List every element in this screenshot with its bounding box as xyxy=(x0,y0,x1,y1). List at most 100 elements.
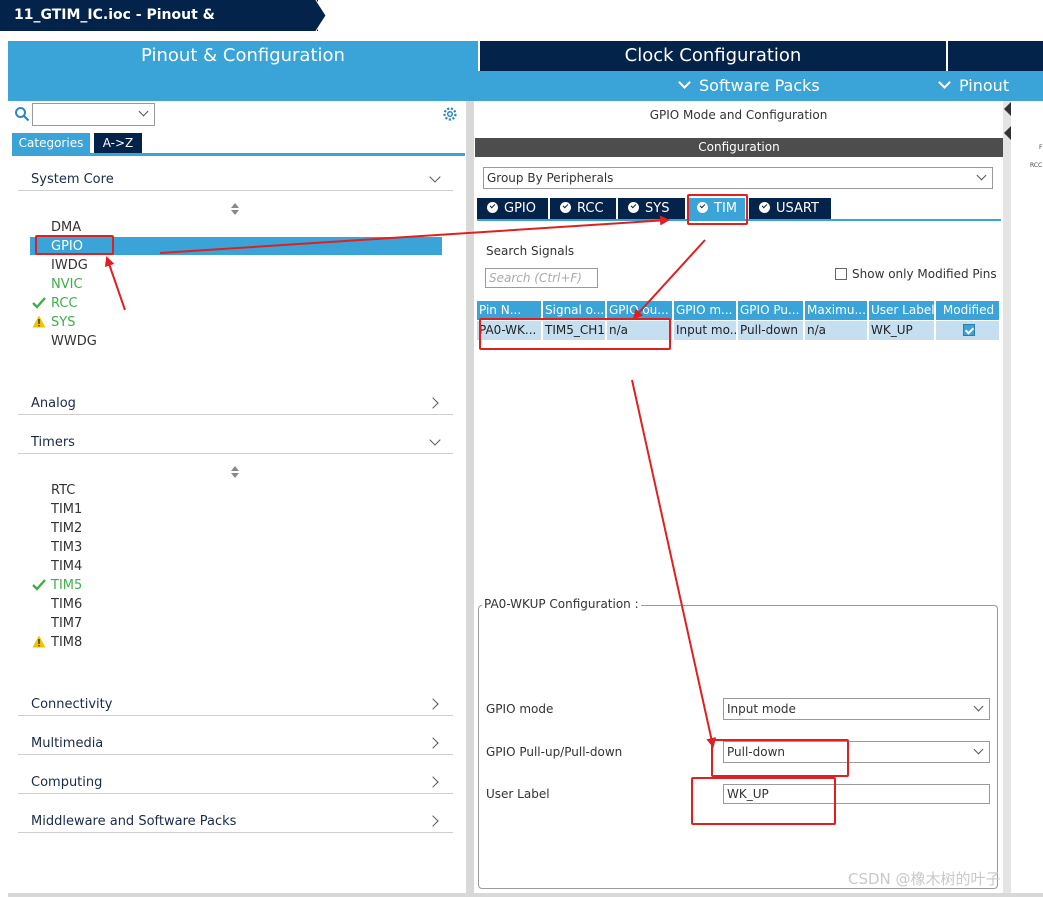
watermark: CSDN @橡木树的叶子 xyxy=(848,870,1001,888)
check-icon xyxy=(32,579,46,591)
tab-sys[interactable]: SYS xyxy=(618,198,685,219)
header-label: Signal o... xyxy=(545,303,605,317)
column-header-gpio-pull[interactable]: GPIO Pu... xyxy=(738,301,804,320)
tab-categories[interactable]: Categories xyxy=(12,133,90,153)
check-circle-icon xyxy=(759,202,770,213)
system-core-item-sys[interactable]: SYS xyxy=(51,313,75,332)
pinout-menu[interactable]: Pinout xyxy=(938,71,1009,101)
sort-icon[interactable] xyxy=(230,466,240,478)
tab-label: USART xyxy=(776,201,819,216)
section-analog[interactable]: Analog xyxy=(18,391,453,415)
annotation-box xyxy=(35,235,114,255)
tab-a-z[interactable]: A->Z xyxy=(94,133,142,153)
header-label: GPIO Pu... xyxy=(740,303,800,317)
chevron-down-icon xyxy=(938,76,951,89)
chevron-right-icon xyxy=(427,737,439,749)
annotation-box xyxy=(711,739,849,777)
section-label: Analog xyxy=(31,396,76,411)
header-label: GPIO ou... xyxy=(609,303,669,317)
search-icon[interactable] xyxy=(14,106,30,122)
panel-divider[interactable] xyxy=(466,101,474,896)
chevron-down-icon xyxy=(429,171,441,183)
table-cell[interactable]: Pull-down xyxy=(738,321,804,340)
panel-header: GPIO Mode and Configuration xyxy=(649,108,828,122)
tab-clock-configuration[interactable]: Clock Configuration xyxy=(480,41,946,71)
warning-icon xyxy=(32,635,46,648)
chevron-right-icon xyxy=(427,776,439,788)
gear-icon[interactable] xyxy=(441,105,459,123)
timer-item-tim2[interactable]: TIM2 xyxy=(51,519,82,538)
section-computing[interactable]: Computing xyxy=(18,770,453,794)
pin-configuration-title: PA0-WKUP Configuration : xyxy=(482,597,641,611)
timer-item-tim6[interactable]: TIM6 xyxy=(51,595,82,614)
timer-item-tim7[interactable]: TIM7 xyxy=(51,614,82,633)
system-core-item-iwdg[interactable]: IWDG xyxy=(51,256,88,275)
panel-divider[interactable] xyxy=(1003,101,1011,896)
software-packs-menu[interactable]: Software Packs xyxy=(678,71,820,101)
tab-label: RCC xyxy=(577,201,604,216)
show-modified-label: Show only Modified Pins xyxy=(852,267,997,281)
section-middleware[interactable]: Middleware and Software Packs xyxy=(18,809,453,833)
section-connectivity[interactable]: Connectivity xyxy=(18,692,453,716)
table-cell[interactable]: n/a xyxy=(805,321,868,340)
header-label: Maximu... xyxy=(807,303,866,317)
tab-label: GPIO xyxy=(504,201,536,216)
section-label: Timers xyxy=(31,435,75,450)
section-label: Middleware and Software Packs xyxy=(31,814,237,829)
check-circle-icon xyxy=(487,202,498,213)
timer-item-tim8[interactable]: TIM8 xyxy=(51,633,82,652)
warning-icon xyxy=(32,315,46,328)
section-multimedia[interactable]: Multimedia xyxy=(18,731,453,755)
header-label: GPIO m... xyxy=(676,303,733,317)
user-label-label: User Label xyxy=(486,787,550,801)
gpio-mode-select[interactable]: Input mode xyxy=(723,698,990,720)
gpio-mode-value: Input mode xyxy=(727,702,796,716)
edge-text: F xyxy=(1039,144,1043,151)
tab-extra[interactable] xyxy=(948,41,1043,71)
annotation-box xyxy=(687,194,748,225)
header-label: User Label xyxy=(871,303,935,317)
tab-gpio[interactable]: GPIO xyxy=(477,198,548,219)
column-header-maximum[interactable]: Maximu... xyxy=(805,301,868,320)
chevron-down-icon xyxy=(678,76,691,89)
bottom-border xyxy=(8,893,1043,897)
search-combo[interactable] xyxy=(32,103,155,126)
column-header-gpio-mode[interactable]: GPIO m... xyxy=(674,301,737,320)
timer-item-tim1[interactable]: TIM1 xyxy=(51,500,82,519)
group-by-value: Group By Peripherals xyxy=(487,171,614,185)
timer-item-rtc[interactable]: RTC xyxy=(51,481,75,500)
modified-checkbox[interactable] xyxy=(962,324,975,336)
tab-label: SYS xyxy=(645,201,670,216)
chevron-down-icon xyxy=(976,170,987,181)
check-icon xyxy=(32,297,46,309)
chevron-right-icon xyxy=(427,698,439,710)
show-modified-checkbox[interactable] xyxy=(835,268,847,280)
system-core-item-wwdg[interactable]: WWDG xyxy=(51,332,97,351)
group-by-select[interactable]: Group By Peripherals xyxy=(483,167,993,189)
section-label: Multimedia xyxy=(31,736,104,751)
section-timers[interactable]: Timers xyxy=(18,430,453,454)
timer-item-tim4[interactable]: TIM4 xyxy=(51,557,82,576)
tab-pinout-configuration[interactable]: Pinout & Configuration xyxy=(8,41,478,71)
section-system-core[interactable]: System Core xyxy=(18,167,453,191)
timer-item-tim5[interactable]: TIM5 xyxy=(51,576,82,595)
section-label: System Core xyxy=(31,172,114,187)
check-circle-icon xyxy=(560,202,571,213)
collapse-arrow-icon[interactable] xyxy=(1004,102,1011,116)
timer-item-tim3[interactable]: TIM3 xyxy=(51,538,82,557)
column-header-user-label[interactable]: User Label xyxy=(869,301,935,320)
collapse-arrow-icon[interactable] xyxy=(1004,126,1011,140)
system-core-item-nvic[interactable]: NVIC xyxy=(51,275,83,294)
system-core-item-rcc[interactable]: RCC xyxy=(51,294,78,313)
tab-rcc[interactable]: RCC xyxy=(550,198,616,219)
software-packs-label: Software Packs xyxy=(699,76,820,95)
window-title: 11_GTIM_IC.ioc - Pinout & Configuration xyxy=(0,0,318,54)
search-signals-input[interactable]: Search (Ctrl+F) xyxy=(485,268,598,288)
tab-usart[interactable]: USART xyxy=(749,198,831,219)
table-cell-modified[interactable] xyxy=(936,321,1000,340)
edge-text: RCC xyxy=(1030,162,1043,169)
column-header-modified[interactable]: Modified xyxy=(936,301,1000,320)
table-cell[interactable]: Input mo... xyxy=(674,321,737,340)
sort-icon[interactable] xyxy=(230,203,240,215)
table-cell[interactable]: WK_UP xyxy=(869,321,935,340)
